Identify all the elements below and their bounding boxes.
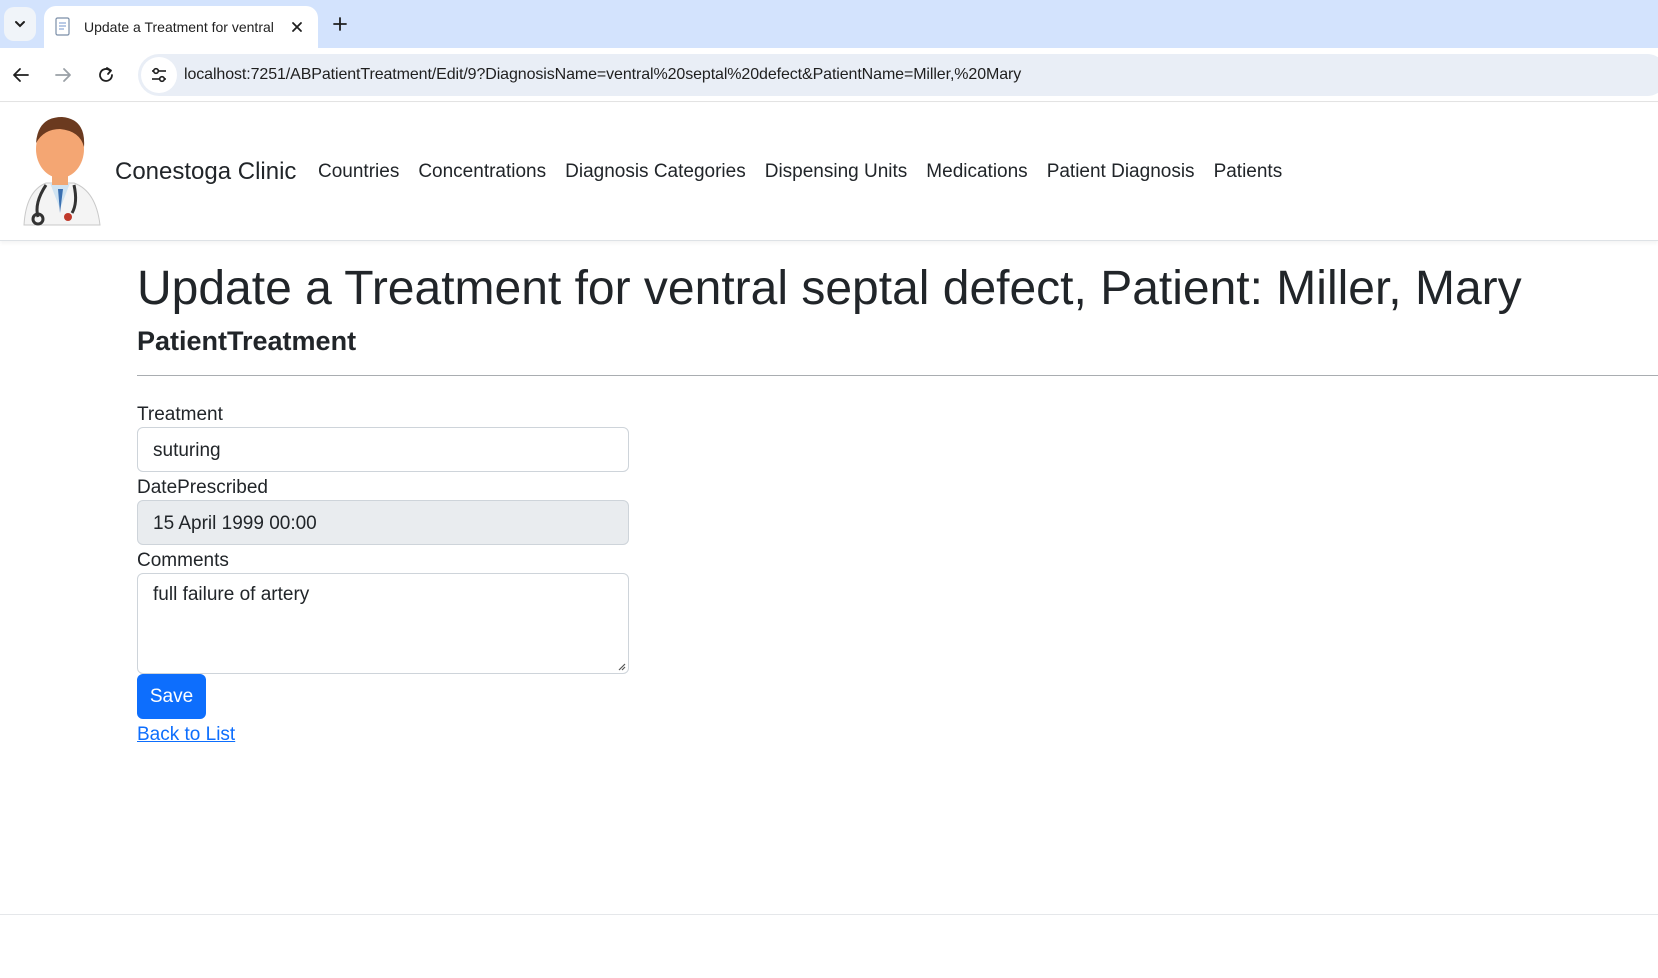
- tab-search-button[interactable]: [4, 7, 36, 41]
- nav-links: Countries Concentrations Diagnosis Categ…: [318, 161, 1301, 183]
- comments-textarea[interactable]: full failure of artery: [137, 573, 629, 674]
- back-button[interactable]: [6, 60, 36, 90]
- back-to-list-link[interactable]: Back to List: [137, 724, 629, 746]
- url-text: localhost:7251/ABPatientTreatment/Edit/9…: [184, 66, 1022, 83]
- plus-icon: [333, 17, 347, 31]
- arrow-right-icon: [55, 68, 71, 82]
- reload-button[interactable]: [91, 60, 121, 90]
- treatment-input[interactable]: suturing: [137, 427, 629, 472]
- nav-link-concentrations[interactable]: Concentrations: [418, 161, 546, 183]
- page-icon: [54, 17, 72, 37]
- site-info-button[interactable]: [141, 57, 177, 93]
- nav-link-medications[interactable]: Medications: [926, 161, 1027, 183]
- reload-icon: [99, 67, 113, 82]
- nav-link-patients[interactable]: Patients: [1214, 161, 1283, 183]
- nav-link-diagnosis-categories[interactable]: Diagnosis Categories: [565, 161, 746, 183]
- app-navbar: Conestoga Clinic Countries Concentration…: [0, 103, 1658, 241]
- forward-button[interactable]: [48, 60, 78, 90]
- resize-handle-icon[interactable]: [616, 661, 626, 671]
- divider: [137, 374, 1658, 376]
- comments-text: full failure of artery: [153, 584, 310, 605]
- page-subtitle: PatientTreatment: [137, 325, 357, 356]
- treatment-label: Treatment: [137, 404, 223, 425]
- footer-divider: [0, 914, 1658, 915]
- page-title: Update a Treatment for ventral septal de…: [137, 262, 1522, 315]
- nav-link-dispensing-units[interactable]: Dispensing Units: [765, 161, 908, 183]
- browser-tab-active[interactable]: Update a Treatment for ventral: [44, 6, 318, 48]
- brand-link[interactable]: Conestoga Clinic: [115, 158, 296, 186]
- address-bar[interactable]: localhost:7251/ABPatientTreatment/Edit/9…: [138, 54, 1658, 96]
- treatment-form: Treatment suturing DatePrescribed 15 Apr…: [137, 402, 629, 746]
- tab-title: Update a Treatment for ventral: [84, 19, 274, 35]
- date-prescribed-label: DatePrescribed: [137, 477, 268, 498]
- close-icon[interactable]: [286, 16, 308, 38]
- new-tab-button[interactable]: [328, 12, 352, 36]
- browser-toolbar: localhost:7251/ABPatientTreatment/Edit/9…: [0, 48, 1658, 102]
- comments-label: Comments: [137, 550, 229, 571]
- main-content: Update a Treatment for ventral septal de…: [137, 260, 1658, 376]
- arrow-left-icon: [13, 68, 29, 82]
- doctor-logo[interactable]: [16, 113, 104, 229]
- nav-link-countries[interactable]: Countries: [318, 161, 399, 183]
- date-prescribed-input: 15 April 1999 00:00: [137, 500, 629, 545]
- save-button[interactable]: Save: [137, 674, 206, 719]
- tune-icon: [152, 67, 166, 83]
- browser-tabstrip: Update a Treatment for ventral: [0, 0, 1658, 48]
- nav-link-patient-diagnosis[interactable]: Patient Diagnosis: [1047, 161, 1195, 183]
- chevron-down-icon: [15, 21, 25, 28]
